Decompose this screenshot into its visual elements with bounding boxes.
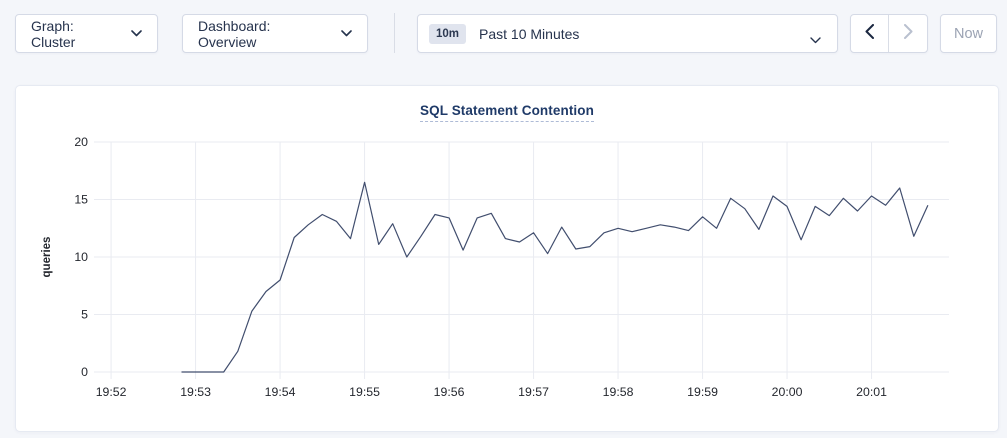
- x-tick-label: 20:01: [856, 385, 887, 399]
- chevron-down-icon: [131, 30, 142, 37]
- graph-dropdown[interactable]: Graph: Cluster: [15, 14, 158, 53]
- x-tick-label: 19:58: [603, 385, 634, 399]
- y-tick-label: 10: [74, 250, 88, 264]
- y-tick-label: 15: [74, 193, 88, 207]
- chevron-down-icon: [341, 30, 352, 37]
- chevron-down-icon: [810, 31, 821, 47]
- now-button-label: Now: [954, 26, 983, 42]
- x-tick-label: 19:55: [349, 385, 380, 399]
- chevron-left-icon: [865, 24, 874, 44]
- x-tick-label: 19:53: [180, 385, 211, 399]
- graph-dropdown-label: Graph: Cluster: [31, 18, 119, 50]
- dashboard-dropdown-label: Dashboard: Overview: [198, 18, 329, 50]
- chevron-right-icon: [904, 24, 913, 44]
- chart-card: SQL Statement Contention 0510152019:5219…: [15, 85, 999, 432]
- toolbar-divider: [394, 13, 395, 53]
- toolbar: Graph: Cluster Dashboard: Overview 10m P…: [0, 0, 1007, 70]
- y-tick-label: 0: [81, 365, 88, 379]
- x-tick-label: 19:59: [687, 385, 718, 399]
- dashboard-dropdown[interactable]: Dashboard: Overview: [182, 14, 368, 53]
- x-tick-label: 19:54: [265, 385, 296, 399]
- time-range-label: Past 10 Minutes: [479, 26, 579, 42]
- time-range-picker[interactable]: 10m Past 10 Minutes: [417, 14, 838, 53]
- x-tick-label: 19:56: [434, 385, 465, 399]
- data-series-line: [182, 182, 928, 372]
- y-tick-label: 5: [81, 308, 88, 322]
- y-tick-label: 20: [74, 135, 88, 149]
- now-button[interactable]: Now: [940, 14, 997, 53]
- next-time-button[interactable]: [889, 15, 927, 52]
- x-tick-label: 20:00: [772, 385, 803, 399]
- time-range-badge: 10m: [429, 24, 466, 44]
- x-tick-label: 19:52: [96, 385, 127, 399]
- y-axis-label: queries: [41, 237, 53, 278]
- x-tick-label: 19:57: [518, 385, 549, 399]
- previous-time-button[interactable]: [851, 15, 889, 52]
- time-step-button-group: [850, 14, 928, 53]
- line-chart-plot[interactable]: 0 5 10 15 20 19:52 19:53 19:54 19:55 19:56 19:57 19…: [16, 86, 1000, 433]
